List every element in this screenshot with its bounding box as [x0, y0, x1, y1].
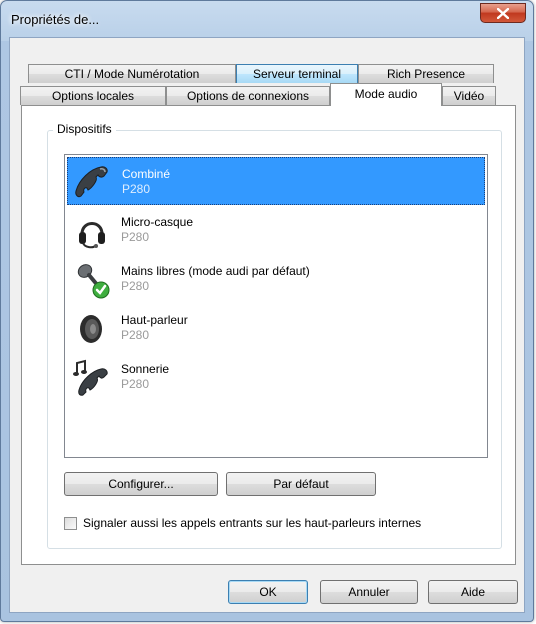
device-model: P280 — [121, 279, 150, 293]
device-name: Sonnerie — [121, 362, 170, 376]
tab-label: Rich Presence — [386, 67, 466, 81]
tab-mode-audio[interactable]: Mode audio — [330, 83, 442, 106]
list-item-sonnerie[interactable]: Sonnerie P280 — [67, 353, 485, 401]
microphone-default-icon — [77, 264, 110, 299]
internal-speakers-label: Signaler aussi les appels entrants sur l… — [83, 516, 422, 530]
configure-button[interactable]: Configurer... — [64, 472, 218, 496]
device-name: Combiné — [122, 167, 171, 181]
device-name: Micro-casque — [121, 215, 194, 229]
tab-label: Mode audio — [354, 87, 418, 101]
headset-icon — [79, 222, 105, 249]
ringer-icon — [73, 359, 108, 396]
tab-label: Vidéo — [453, 89, 485, 103]
device-model: P280 — [122, 182, 151, 196]
list-item-mains-libres[interactable]: Mains libres (mode audi par défaut) P280 — [67, 255, 485, 303]
handset-icon — [75, 166, 108, 198]
tab-label: Options locales — [51, 89, 135, 103]
device-model: P280 — [121, 377, 150, 391]
devices-list[interactable]: Combiné P280 Micro-casque P280 Mains lib… — [64, 154, 488, 458]
device-name: Mains libres (mode audi par défaut) — [121, 264, 310, 278]
tab-cti-numerotation[interactable]: CTI / Mode Numérotation — [28, 64, 236, 83]
tab-options-connexions[interactable]: Options de connexions — [166, 86, 330, 105]
window-title: Propriétés de... — [11, 12, 100, 27]
close-button[interactable] — [480, 3, 526, 23]
tab-options-locales[interactable]: Options locales — [20, 86, 166, 105]
default-button[interactable]: Par défaut — [226, 472, 376, 496]
internal-speakers-checkbox[interactable] — [64, 517, 77, 530]
device-model: P280 — [121, 230, 150, 244]
speaker-icon — [80, 315, 102, 343]
cancel-button[interactable]: Annuler — [320, 580, 418, 604]
help-button[interactable]: Aide — [428, 580, 518, 604]
device-model: P280 — [121, 328, 150, 342]
list-item-haut-parleur[interactable]: Haut-parleur P280 — [67, 304, 485, 352]
title-bar[interactable]: Propriétés de... — [1, 1, 533, 37]
tab-video[interactable]: Vidéo — [442, 86, 496, 105]
tab-rich-presence[interactable]: Rich Presence — [358, 64, 494, 83]
device-name: Haut-parleur — [121, 313, 188, 327]
close-icon — [497, 8, 509, 19]
tab-label: CTI / Mode Numérotation — [64, 67, 200, 81]
tab-serveur-terminal[interactable]: Serveur terminal — [236, 64, 358, 83]
list-item-combine[interactable]: Combiné P280 — [67, 157, 485, 205]
devices-group-label: Dispositifs — [53, 122, 116, 136]
list-item-micro-casque[interactable]: Micro-casque P280 — [67, 206, 485, 254]
tab-label: Options de connexions — [186, 89, 310, 103]
ok-button[interactable]: OK — [228, 580, 308, 604]
tab-label: Serveur terminal — [252, 67, 342, 81]
